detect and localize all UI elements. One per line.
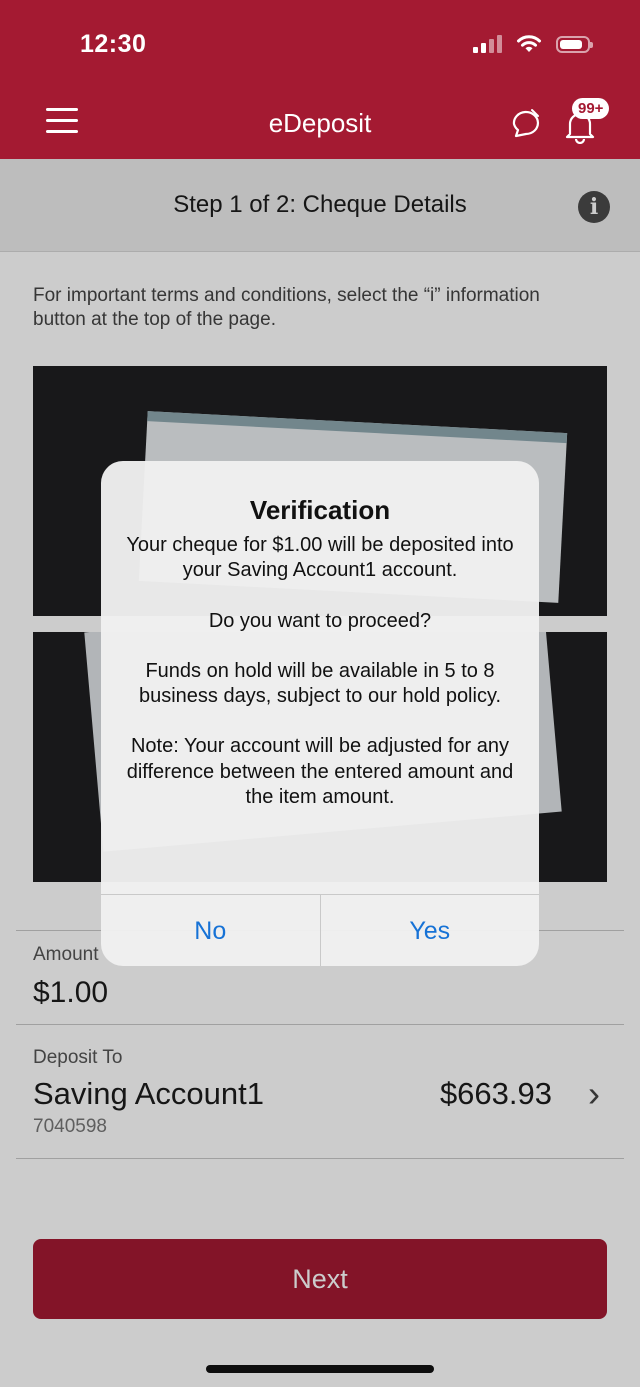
no-button[interactable]: No [101,895,321,966]
page-title: eDeposit [268,108,372,138]
app-header: 12:30 eDeposit 99+ [0,0,640,159]
dialog-button-row: No Yes [101,894,539,966]
wifi-icon [517,35,541,52]
dialog-message-deposit: Your cheque for $1.00 will be deposited … [126,534,514,582]
dialog-message-proceed: Do you want to proceed? [208,609,432,632]
dialog-title: Verification [249,495,391,525]
cellular-signal-icon [473,35,502,53]
verification-dialog: Verification Your cheque for $1.00 will … [101,461,539,966]
chat-icon[interactable] [508,104,544,140]
status-time: 12:30 [80,30,147,58]
notification-badge: 99+ [572,98,610,119]
yes-button[interactable]: Yes [321,895,540,966]
dialog-message: Your cheque for $1.00 will be deposited … [121,533,519,810]
status-icons [473,34,593,54]
battery-icon [556,35,593,53]
dialog-message-note: Note: Your account will be adjusted for … [126,735,514,809]
dialog-message-hold: Funds on hold will be available in 5 to … [138,659,502,708]
